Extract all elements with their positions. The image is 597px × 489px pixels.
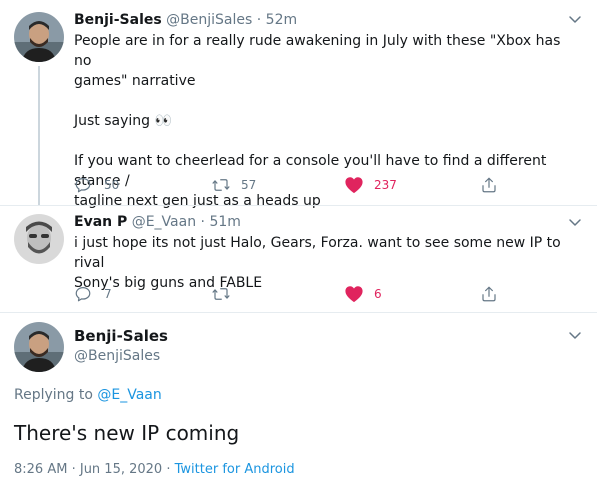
reply-count: 7 <box>104 287 112 301</box>
share-button[interactable] <box>480 175 498 195</box>
tweet-header: Evan P @E_Vaan · 51m <box>74 213 241 231</box>
separator: · <box>166 462 171 477</box>
handle[interactable]: @BenjiSales <box>166 12 252 28</box>
separator: · <box>200 214 205 230</box>
replying-to-link[interactable]: @E_Vaan <box>97 387 161 403</box>
display-name[interactable]: Benji-Sales <box>74 326 168 346</box>
display-name[interactable]: Evan P <box>74 214 127 230</box>
share-icon <box>482 177 496 193</box>
reply-button[interactable]: 50 <box>74 175 119 195</box>
tweet-time[interactable]: 8:26 AM <box>14 462 67 477</box>
like-count: 6 <box>374 287 382 301</box>
chevron-down-icon[interactable] <box>567 327 583 343</box>
replying-to: Replying to @E_Vaan <box>14 386 162 404</box>
display-name[interactable]: Benji-Sales <box>74 12 162 28</box>
tweet-text: There's new IP coming <box>14 421 240 445</box>
reply-count: 50 <box>104 178 120 192</box>
tweet-benji-1[interactable]: Benji-Sales @BenjiSales · 52m People are… <box>0 0 597 209</box>
share-icon <box>482 286 496 302</box>
main-tweet: Benji-Sales @BenjiSales Replying to @E_V… <box>0 313 597 489</box>
tweet-header: Benji-Sales @BenjiSales · 52m <box>74 11 297 29</box>
like-button[interactable]: 6 <box>344 284 382 304</box>
avatar[interactable] <box>14 12 64 62</box>
chevron-down-icon[interactable] <box>567 11 583 27</box>
user-avatar-photo <box>14 12 64 62</box>
like-count: 237 <box>374 178 397 192</box>
retweet-button[interactable] <box>211 284 243 304</box>
handle[interactable]: @BenjiSales <box>74 347 160 365</box>
reply-icon <box>75 178 91 193</box>
like-button[interactable]: 237 <box>344 175 397 195</box>
tweet-date[interactable]: Jun 15, 2020 <box>80 462 162 477</box>
reply-button[interactable]: 7 <box>74 284 112 304</box>
tweet-source[interactable]: Twitter for Android <box>175 462 295 477</box>
retweet-count: 57 <box>241 178 257 192</box>
heart-icon <box>345 177 363 194</box>
retweet-icon <box>212 179 230 191</box>
retweet-icon <box>212 288 230 300</box>
tweet-evan[interactable]: Evan P @E_Vaan · 51m i just hope its not… <box>0 206 597 312</box>
chevron-down-icon[interactable] <box>567 214 583 230</box>
separator: · <box>256 12 262 28</box>
timestamp[interactable]: 51m <box>209 214 240 230</box>
avatar[interactable] <box>14 322 64 372</box>
share-button[interactable] <box>480 284 498 304</box>
separator: · <box>71 462 76 477</box>
tweet-actions: 50 57 237 <box>74 175 504 195</box>
handle[interactable]: @E_Vaan <box>132 214 196 230</box>
heart-icon <box>345 286 363 303</box>
retweet-button[interactable]: 57 <box>211 175 256 195</box>
user-avatar-photo <box>14 214 64 264</box>
replying-prefix: Replying to <box>14 387 93 403</box>
reply-icon <box>75 287 91 302</box>
thread-line <box>38 66 40 206</box>
tweet-actions: 7 6 <box>74 284 504 304</box>
tweet-meta: 8:26 AM · Jun 15, 2020 · Twitter for And… <box>14 461 295 479</box>
timestamp[interactable]: 52m <box>266 12 297 28</box>
user-avatar-photo <box>14 322 64 372</box>
avatar[interactable] <box>14 214 64 264</box>
